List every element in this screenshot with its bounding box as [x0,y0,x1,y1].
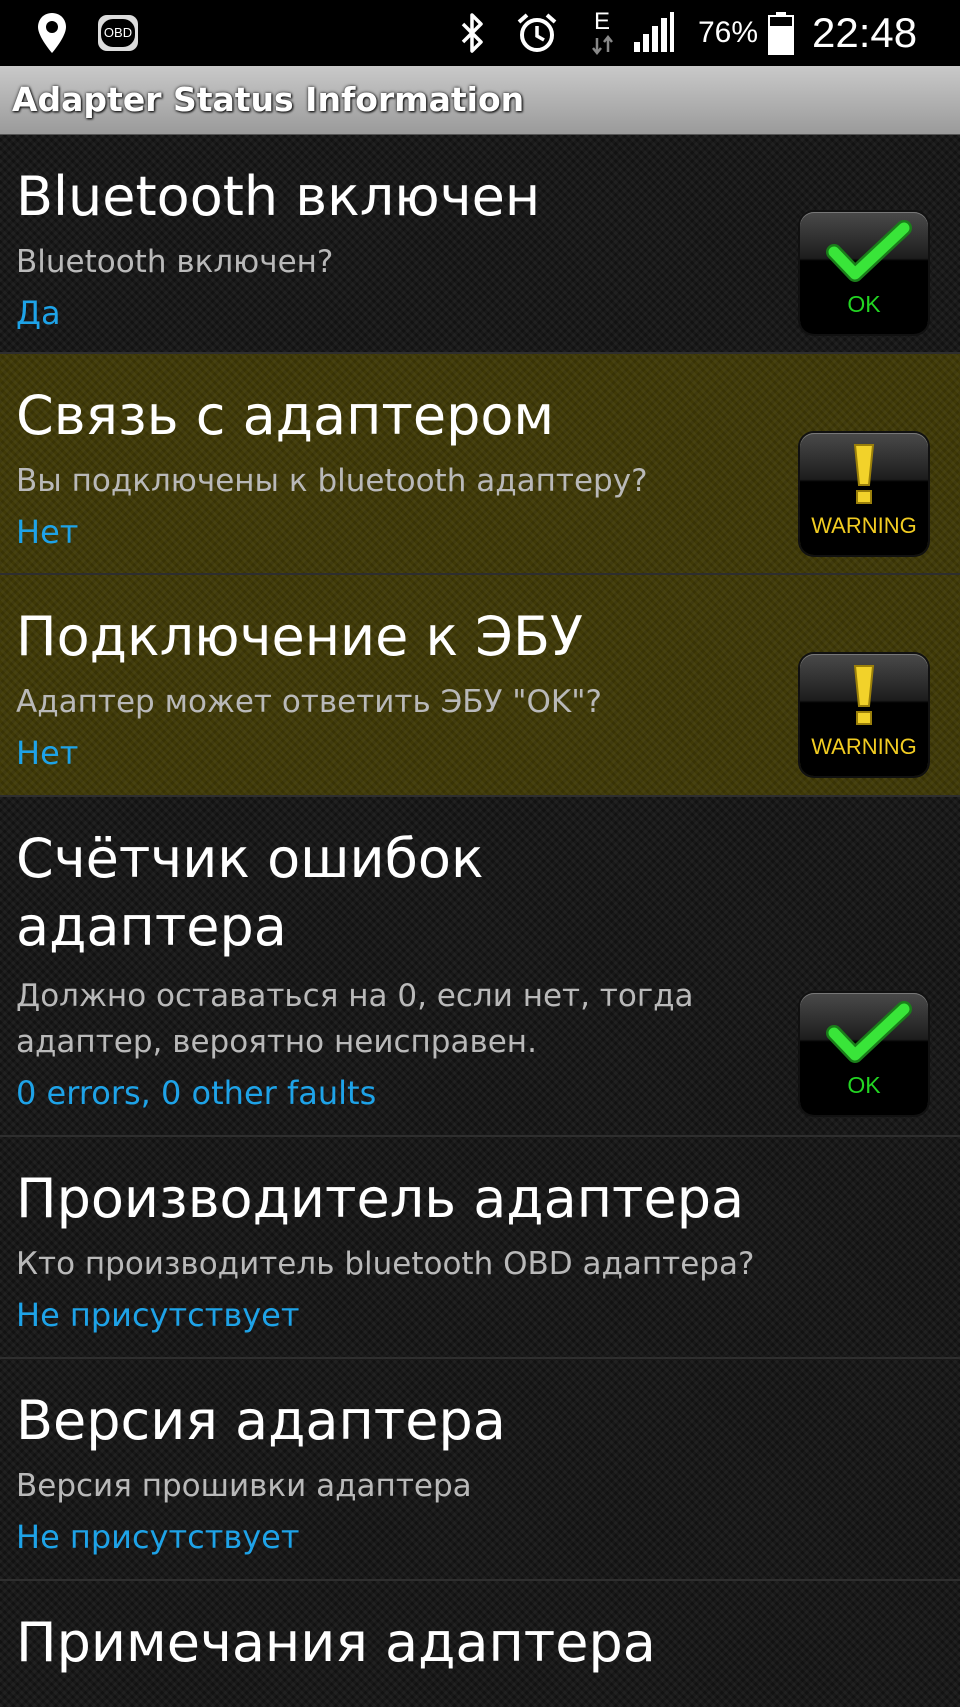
item-subtitle: Адаптер может ответить ЭБУ "OK"? [16,684,602,720]
clock: 22:48 [812,9,918,56]
list-item-adapter-connection[interactable]: Связь с адаптером Вы подключены к blueto… [0,354,960,575]
list-item-adapter-manufacturer[interactable]: Производитель адаптера Кто производитель… [0,1137,960,1359]
list-item-adapter-error-counter[interactable]: Счётчик ошибок адаптера Должно оставатьс… [0,797,960,1137]
signal-icon [632,10,676,56]
list-item-ecu-connection[interactable]: Подключение к ЭБУ Адаптер может ответить… [0,575,960,797]
item-title: Счётчик ошибок адаптера [16,827,484,958]
item-value: Нет [16,734,79,772]
item-subtitle: Должно оставаться на 0, если нет, тогда … [16,978,694,1060]
item-title: Bluetooth включен [16,165,541,228]
badge-label: OK [847,291,881,317]
item-title: Версия адаптера [16,1389,506,1452]
action-bar: Adapter Status Information [0,66,960,135]
badge-label: WARNING [811,734,917,759]
edge-data-icon: E [588,8,618,56]
warning-status-icon: WARNING [800,433,928,555]
item-subtitle: Кто производитель bluetooth OBD адаптера… [16,1246,755,1282]
item-value: Да [16,294,61,332]
ok-status-icon: OK [800,212,928,334]
item-value: Не присутствует [16,1296,300,1334]
battery-icon [766,10,796,56]
item-subtitle: Bluetooth включен? [16,244,334,280]
screen: OBD E 76% 22:48 Adapter Status Informati… [0,0,960,1707]
item-subtitle: Версия прошивки адаптера [16,1468,472,1504]
item-value: Не присутствует [16,1518,300,1556]
item-title: Подключение к ЭБУ [16,605,583,668]
list-item-adapter-notes[interactable]: Примечания адаптера [0,1581,960,1707]
item-value: Нет [16,513,79,551]
location-icon [34,10,70,56]
alarm-icon [514,10,560,56]
battery-percent: 76% [698,16,759,49]
item-value: 0 errors, 0 other faults [16,1074,377,1112]
badge-label: OK [847,1072,881,1098]
warning-status-icon: WARNING [800,654,928,776]
item-subtitle: Вы подключены к bluetooth адаптеру? [16,463,648,499]
ok-status-icon: OK [800,993,928,1115]
item-title: Связь с адаптером [16,384,555,447]
badge-label: WARNING [811,513,917,538]
item-title: Производитель адаптера [16,1167,745,1230]
bluetooth-icon [456,10,488,56]
list-item-bluetooth-enabled[interactable]: Bluetooth включен Bluetooth включен? Да … [0,135,960,354]
page-title: Adapter Status Information [12,80,525,119]
status-list[interactable]: Bluetooth включен Bluetooth включен? Да … [0,135,960,1707]
status-bar: OBD E 76% 22:48 [0,0,960,66]
list-item-adapter-version[interactable]: Версия адаптера Версия прошивки адаптера… [0,1359,960,1581]
obd-icon-label: OBD [103,25,133,40]
obd-icon: OBD [96,10,140,56]
item-title: Примечания адаптера [16,1611,656,1674]
